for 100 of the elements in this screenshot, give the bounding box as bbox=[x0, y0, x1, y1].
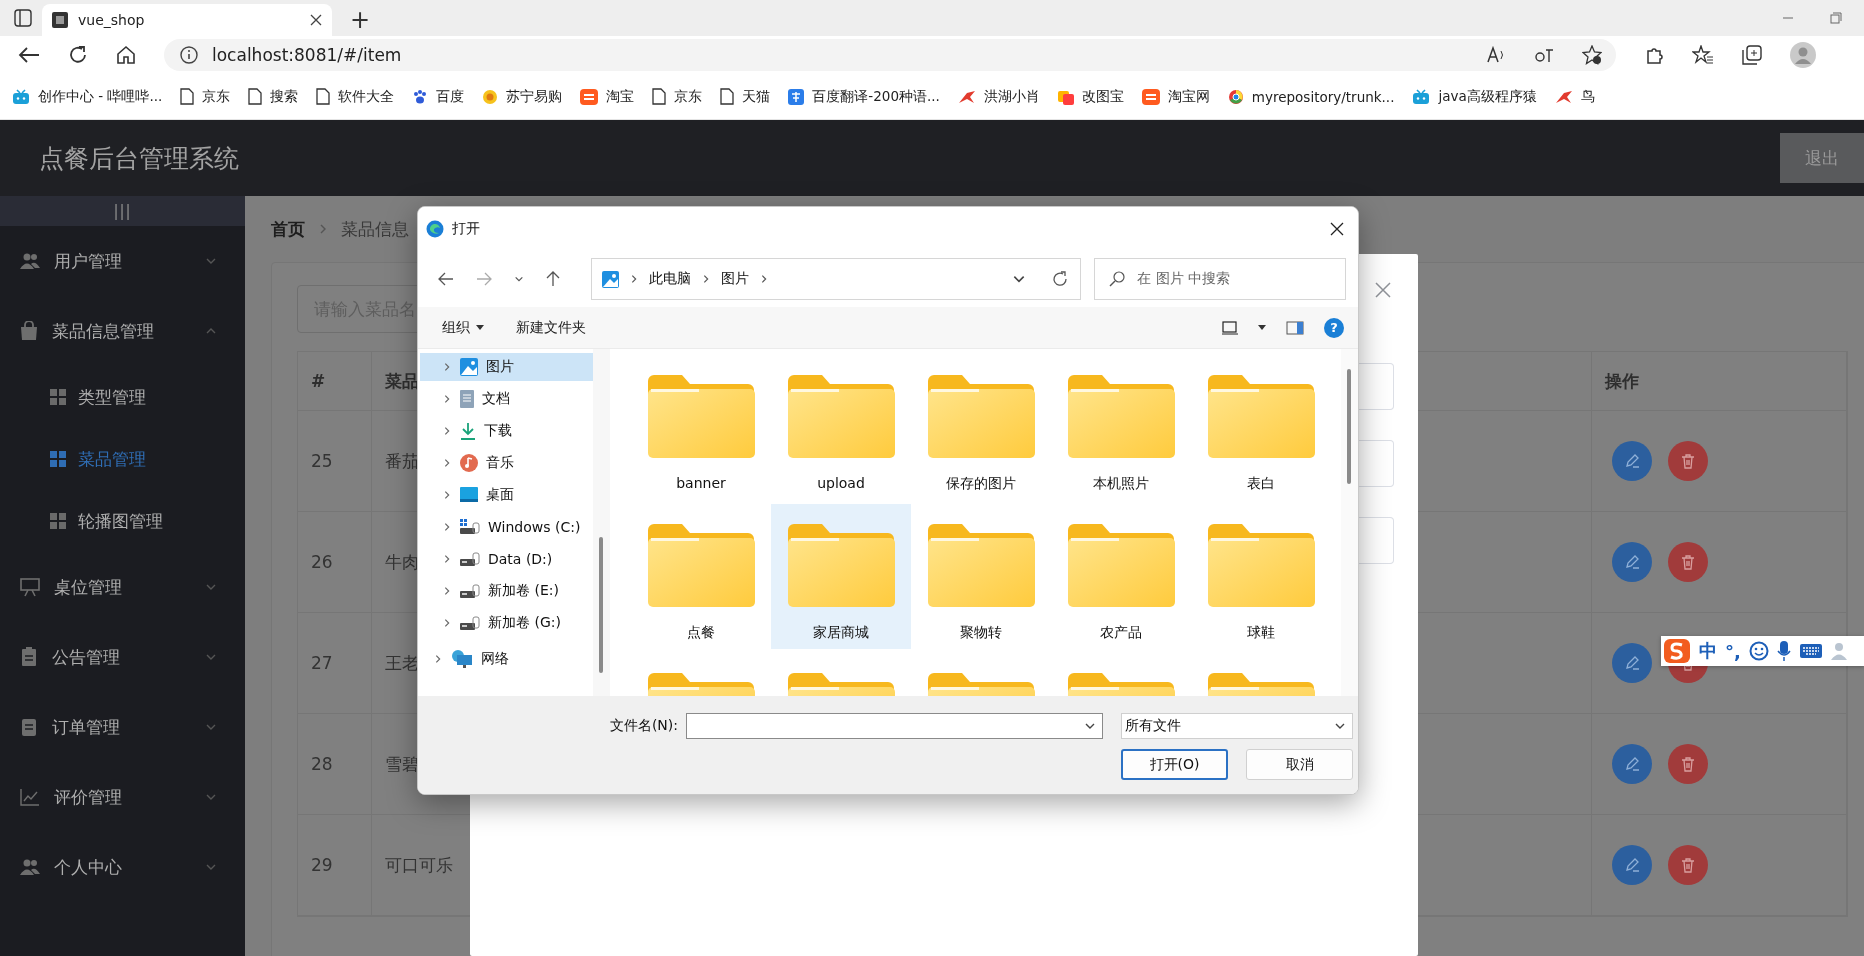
nav-item[interactable]: 图片 bbox=[420, 353, 593, 381]
restore-icon[interactable] bbox=[1830, 12, 1842, 24]
bookmark-link[interactable]: myrepository/trunk... bbox=[1227, 88, 1395, 105]
scrollbar-thumb[interactable] bbox=[599, 537, 603, 673]
folder-item[interactable]: 保存的图片 bbox=[911, 355, 1051, 500]
folder-item[interactable]: 表白 bbox=[1191, 355, 1331, 500]
delete-button[interactable] bbox=[1668, 845, 1708, 885]
delete-button[interactable] bbox=[1668, 542, 1708, 582]
ime-mode[interactable]: 中 bbox=[1699, 639, 1717, 663]
collections-icon[interactable] bbox=[1742, 45, 1762, 65]
nav-item[interactable]: 下载 bbox=[420, 417, 593, 445]
file-type-select[interactable]: 所有文件 bbox=[1121, 713, 1353, 739]
scrollbar-thumb[interactable] bbox=[1347, 369, 1351, 484]
nav-item[interactable]: 音乐 bbox=[420, 449, 593, 477]
edit-button[interactable] bbox=[1612, 441, 1652, 481]
bookmark-link[interactable]: 京东 bbox=[652, 87, 703, 106]
delete-button[interactable] bbox=[1668, 441, 1708, 481]
menu-item[interactable]: 用户管理 bbox=[0, 226, 245, 296]
profile-icon[interactable] bbox=[1790, 42, 1816, 68]
preview-pane-icon[interactable] bbox=[1286, 320, 1304, 335]
path-bar[interactable]: 此电脑 图片 bbox=[590, 258, 1082, 300]
bookmark-link[interactable]: 淘宝 bbox=[580, 87, 635, 106]
favorites-icon[interactable] bbox=[1692, 45, 1714, 65]
bookmark-link[interactable]: java高级程序猿 bbox=[1412, 87, 1537, 106]
search-field[interactable]: 在 图片 中搜索 bbox=[1094, 258, 1346, 300]
menu-item[interactable]: 个人中心 bbox=[0, 832, 245, 902]
edit-button[interactable] bbox=[1612, 744, 1652, 784]
nav-item[interactable]: Windows (C:) bbox=[420, 513, 593, 541]
menu-item[interactable]: 桌位管理 bbox=[0, 552, 245, 622]
view-icon[interactable] bbox=[1222, 320, 1238, 335]
bookmark-link[interactable]: 改图宝 bbox=[1057, 87, 1124, 106]
home-icon[interactable] bbox=[116, 45, 136, 65]
open-button[interactable]: 打开(O) bbox=[1121, 749, 1228, 780]
nav-item[interactable]: 网络 bbox=[420, 645, 593, 673]
add-favorite-icon[interactable] bbox=[1582, 45, 1602, 65]
tab-actions-icon[interactable] bbox=[14, 9, 32, 27]
back-icon[interactable] bbox=[18, 46, 40, 64]
nav-item[interactable]: Data (D:) bbox=[420, 545, 593, 573]
bookmark-link[interactable]: 鸟 bbox=[1554, 87, 1595, 106]
delete-button[interactable] bbox=[1668, 744, 1708, 784]
edit-button[interactable] bbox=[1612, 542, 1652, 582]
bookmark-link[interactable]: 洪湖小肖 bbox=[957, 87, 1040, 106]
bookmark-link[interactable]: 京东 bbox=[180, 87, 231, 106]
back-icon[interactable] bbox=[438, 272, 454, 286]
folder-item[interactable]: 农产品 bbox=[1051, 504, 1191, 649]
help-button[interactable]: ? bbox=[1324, 317, 1344, 338]
up-icon[interactable] bbox=[546, 271, 560, 287]
menu-item[interactable]: 公告管理 bbox=[0, 622, 245, 692]
breadcrumb-item[interactable]: 首页 bbox=[271, 217, 305, 241]
folder-item[interactable]: 球鞋 bbox=[1191, 504, 1331, 649]
drive-icon bbox=[460, 551, 480, 567]
folder-item[interactable]: upload bbox=[771, 355, 911, 500]
forward-icon[interactable] bbox=[476, 272, 492, 286]
folder-item[interactable]: banner bbox=[631, 355, 771, 500]
new-tab-button[interactable]: + bbox=[342, 4, 379, 36]
folder-item[interactable]: 聚物转 bbox=[911, 504, 1051, 649]
path-segment[interactable]: 图片 bbox=[720, 270, 749, 288]
submenu-item[interactable]: 类型管理 bbox=[0, 366, 245, 428]
bookmark-link[interactable]: 百度翻译-200种语... bbox=[788, 87, 940, 106]
microphone-icon[interactable] bbox=[1776, 640, 1791, 662]
translate-icon[interactable] bbox=[1534, 46, 1554, 64]
close-icon[interactable] bbox=[310, 14, 322, 26]
address-bar[interactable]: localhost:8081/#/item bbox=[164, 39, 1616, 71]
nav-item[interactable]: 新加卷 (E:) bbox=[420, 577, 593, 605]
smiley-icon[interactable] bbox=[1748, 641, 1769, 661]
browser-tab[interactable]: vue_shop bbox=[42, 4, 332, 36]
nav-item[interactable]: 桌面 bbox=[420, 481, 593, 509]
collapse-toggle[interactable]: ||| bbox=[0, 196, 245, 226]
submenu-item[interactable]: 轮播图管理 bbox=[0, 490, 245, 552]
refresh-icon[interactable] bbox=[1052, 271, 1069, 287]
bookmark-link[interactable]: 淘宝网 bbox=[1141, 87, 1210, 106]
extensions-icon[interactable] bbox=[1644, 45, 1664, 65]
document-icon bbox=[460, 390, 474, 408]
edit-button[interactable] bbox=[1612, 643, 1652, 683]
bookmark-link[interactable]: 百度 bbox=[412, 87, 465, 106]
bookmark-link[interactable]: 天猫 bbox=[720, 87, 771, 106]
folder-item[interactable]: 家居商城 bbox=[771, 504, 911, 649]
edit-button[interactable] bbox=[1612, 845, 1652, 885]
organize-button[interactable]: 组织 bbox=[440, 314, 486, 341]
nav-item[interactable]: 新加卷 (G:) bbox=[420, 609, 593, 637]
ime-punctuation[interactable]: °, bbox=[1725, 640, 1741, 662]
keyboard-icon[interactable] bbox=[1798, 643, 1823, 659]
read-aloud-icon[interactable] bbox=[1486, 46, 1506, 64]
menu-item[interactable]: 评价管理 bbox=[0, 762, 245, 832]
path-segment[interactable]: 此电脑 bbox=[648, 270, 691, 288]
menu-item[interactable]: 菜品信息管理 bbox=[0, 296, 245, 366]
menu-item[interactable]: 订单管理 bbox=[0, 692, 245, 762]
network-icon bbox=[451, 649, 473, 669]
bookmark-link[interactable]: 搜索 bbox=[248, 87, 299, 106]
bookmark-link[interactable]: 苏宁易购 bbox=[482, 87, 563, 106]
nav-item[interactable]: 文档 bbox=[420, 385, 593, 413]
new-folder-button[interactable]: 新建文件夹 bbox=[514, 314, 588, 341]
reload-icon[interactable] bbox=[68, 45, 88, 65]
bookmark-link[interactable]: 软件大全 bbox=[316, 87, 395, 106]
folder-item[interactable]: 点餐 bbox=[631, 504, 771, 649]
file-name-field[interactable] bbox=[686, 713, 1103, 739]
folder-item[interactable]: 本机照片 bbox=[1051, 355, 1191, 500]
cancel-button[interactable]: 取消 bbox=[1246, 749, 1353, 780]
close-icon[interactable] bbox=[1330, 222, 1344, 236]
bookmark-link[interactable]: 创作中心 - 哔哩哔... bbox=[12, 87, 163, 106]
